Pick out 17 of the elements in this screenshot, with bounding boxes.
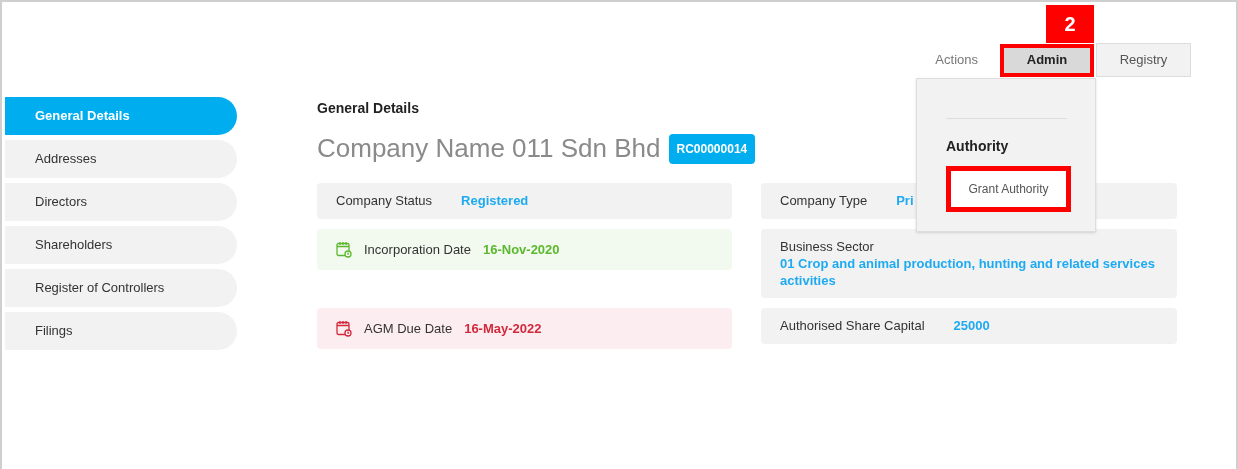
field-value: 16-May-2022 xyxy=(464,319,542,338)
section-title: General Details xyxy=(317,99,420,118)
field-value: 01 Crop and animal production, hunting and related services activities xyxy=(780,255,1156,289)
step-badge: 2 xyxy=(1046,5,1094,43)
field-label: Authorised Share Capital xyxy=(780,317,925,336)
field-label: AGM Due Date xyxy=(364,319,453,338)
field-value: Pri xyxy=(896,192,914,211)
field-label: Company Type xyxy=(780,192,868,211)
menu-heading: Authority xyxy=(946,137,1010,156)
field-label: Incorporation Date xyxy=(364,240,471,259)
field-value: 16-Nov-2020 xyxy=(482,240,560,259)
field-value: 25000 xyxy=(953,317,990,336)
company-name: Company Name 011 Sdn Bhd xyxy=(317,132,661,165)
field-label: Business Sector xyxy=(780,238,875,255)
field-value: Registered xyxy=(461,192,529,211)
field-label: Company Status xyxy=(336,192,433,211)
registration-number: RC00000014 xyxy=(668,133,756,164)
